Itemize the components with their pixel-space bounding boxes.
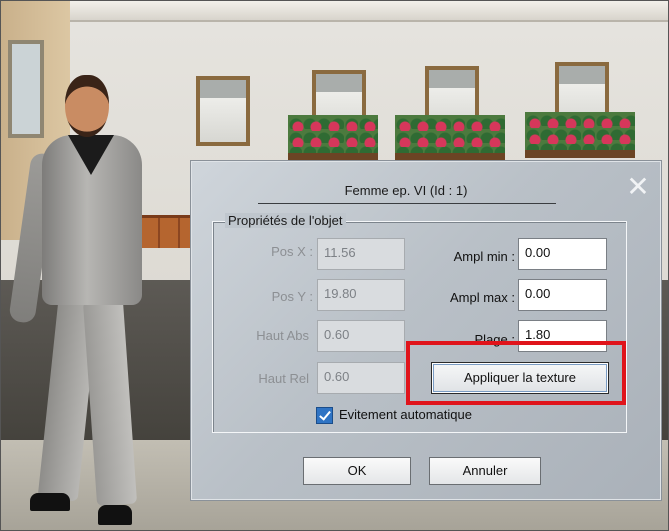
ampl-min-label: Ampl min : bbox=[453, 249, 515, 264]
auto-avoidance-checkbox[interactable] bbox=[316, 407, 333, 424]
haut-rel-field: 0.60 bbox=[317, 362, 405, 394]
ok-button[interactable]: OK bbox=[303, 457, 411, 485]
ampl-min-input[interactable]: 0.00 bbox=[518, 238, 607, 270]
plage-input[interactable]: 1.80 bbox=[518, 320, 607, 352]
plage-label: Plage : bbox=[474, 332, 515, 347]
haut-rel-label: Haut Rel bbox=[258, 371, 309, 386]
pos-x-field: 11.56 bbox=[317, 238, 405, 270]
pos-x-label: Pos X : bbox=[271, 244, 313, 259]
dialog-title: Femme ep. VI (Id : 1) bbox=[344, 183, 468, 198]
haut-abs-field: 0.60 bbox=[317, 320, 405, 352]
woman-shoe bbox=[98, 505, 132, 525]
building-window bbox=[196, 76, 250, 146]
ampl-max-input[interactable]: 0.00 bbox=[518, 279, 607, 311]
woman-leg bbox=[82, 298, 138, 507]
apply-texture-button[interactable]: Appliquer la texture bbox=[431, 362, 609, 394]
pos-y-field: 19.80 bbox=[317, 279, 405, 311]
flower-planter bbox=[395, 115, 505, 161]
pos-y-label: Pos Y : bbox=[271, 289, 313, 304]
building-cornice bbox=[70, 0, 669, 22]
auto-avoidance-label[interactable]: Evitement automatique bbox=[339, 407, 472, 422]
group-title: Propriétés de l'objet bbox=[225, 213, 346, 228]
flower-planter bbox=[525, 112, 635, 158]
ampl-max-label: Ampl max : bbox=[449, 290, 515, 305]
flower-planter bbox=[288, 115, 378, 161]
woman-figure bbox=[8, 75, 170, 530]
title-divider bbox=[258, 203, 556, 204]
cancel-button[interactable]: Annuler bbox=[429, 457, 541, 485]
woman-head bbox=[65, 75, 109, 137]
haut-abs-label: Haut Abs bbox=[256, 328, 309, 343]
close-icon[interactable]: ✕ bbox=[625, 173, 651, 201]
object-properties-dialog: Femme ep. VI (Id : 1) ✕ Propriétés de l'… bbox=[190, 160, 662, 501]
woman-shoe bbox=[30, 493, 70, 511]
